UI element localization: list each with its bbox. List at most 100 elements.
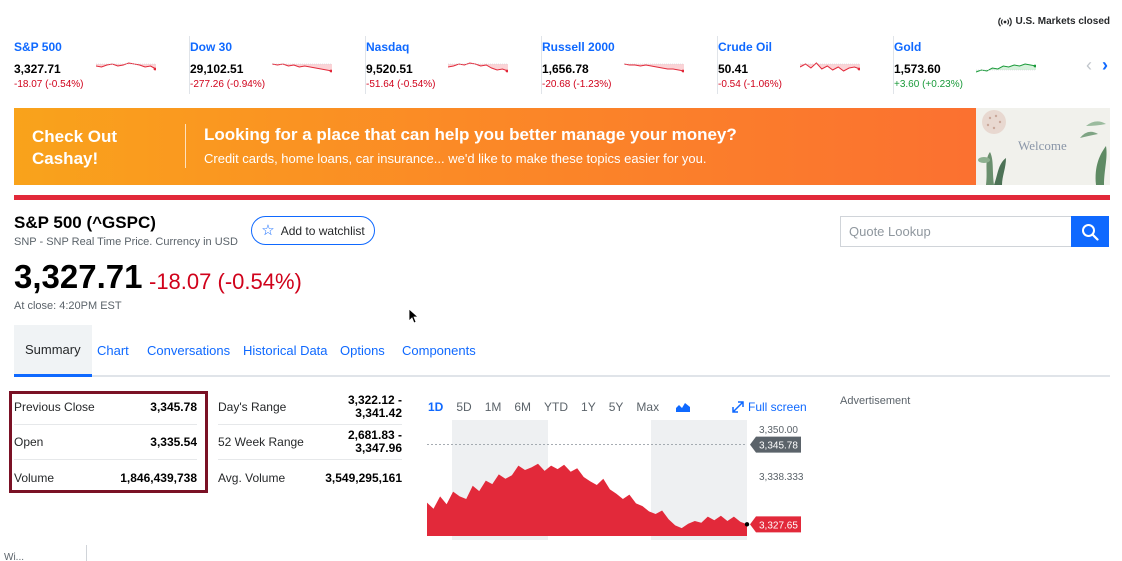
tab-components[interactable]: Components bbox=[402, 325, 476, 375]
stat-value-line: 3,341.42 bbox=[355, 406, 402, 420]
ticker-sparkline bbox=[800, 62, 860, 72]
ticker-change: -18.07 (-0.54%) bbox=[14, 79, 84, 90]
expand-icon bbox=[732, 401, 744, 413]
ticker-sparkline bbox=[96, 62, 156, 71]
stat-row-previous-close: Previous Close 3,345.78 bbox=[14, 390, 197, 425]
ticker-sparkline bbox=[448, 62, 508, 73]
stat-value: 3,322.12 -3,341.42 bbox=[348, 394, 402, 420]
stat-value-line: 3,322.12 - bbox=[347, 393, 402, 407]
broadcast-icon bbox=[997, 16, 1012, 27]
y-tick-label: 3,350.00 bbox=[759, 425, 798, 436]
stat-value: 2,681.83 -3,347.96 bbox=[348, 429, 402, 455]
range-ytd[interactable]: YTD bbox=[544, 400, 568, 414]
close-time: At close: 4:20PM EST bbox=[14, 300, 122, 312]
ticker-price: 50.41 bbox=[718, 62, 749, 76]
ticker-change: -51.64 (-0.54%) bbox=[366, 79, 436, 90]
tab-options[interactable]: Options bbox=[340, 325, 385, 375]
banner-image-text: Welcome bbox=[1018, 138, 1067, 153]
intraday-chart[interactable]: 3,350.00 3,338.333 3,345.78 3,327.65 bbox=[427, 420, 807, 540]
banner-subtitle: Credit cards, home loans, car insurance.… bbox=[204, 151, 707, 166]
ticker-price: 9,520.51 bbox=[366, 62, 413, 76]
last-price-dot bbox=[744, 522, 750, 527]
range-5y[interactable]: 5Y bbox=[609, 400, 624, 414]
ticker-name[interactable]: Russell 2000 bbox=[542, 40, 615, 54]
ticker-price: 1,656.78 bbox=[542, 62, 589, 76]
ticker-price: 29,102.51 bbox=[190, 62, 244, 76]
full-screen-button[interactable]: Full screen bbox=[732, 400, 807, 414]
full-screen-label: Full screen bbox=[748, 400, 807, 414]
divider bbox=[86, 545, 87, 561]
ticker-name[interactable]: Gold bbox=[894, 40, 921, 54]
red-divider bbox=[14, 195, 1110, 200]
stat-label: Avg. Volume bbox=[218, 470, 286, 485]
banner-title: Looking for a place that can help you be… bbox=[204, 125, 737, 144]
stat-label: Volume bbox=[14, 470, 55, 485]
ticker-russell-2000[interactable]: Russell 2000 1,656.78 -20.68 (-1.23%) bbox=[542, 36, 718, 94]
range-max[interactable]: Max bbox=[636, 400, 659, 414]
cut-off-text: Wi... bbox=[4, 552, 24, 561]
sparkline-area bbox=[272, 64, 332, 71]
ticker-nasdaq[interactable]: Nasdaq 9,520.51 -51.64 (-0.54%) bbox=[366, 36, 542, 94]
ticker-carousel-nav: ‹ › bbox=[1086, 56, 1108, 74]
ticker-crude-oil[interactable]: Crude Oil 50.41 -0.54 (-1.06%) bbox=[718, 36, 894, 94]
banner-cta-text[interactable]: Check Out Cashay! bbox=[32, 126, 162, 170]
market-status-text: U.S. Markets closed bbox=[1015, 16, 1110, 27]
ticker-sparkline bbox=[976, 63, 1036, 73]
tab-historical-data[interactable]: Historical Data bbox=[243, 325, 328, 375]
ticker-name[interactable]: Crude Oil bbox=[718, 40, 772, 54]
quote-lookup-field[interactable] bbox=[840, 216, 1072, 247]
stat-label: Open bbox=[14, 435, 44, 449]
search-icon bbox=[1082, 223, 1099, 241]
ticker-price: 1,573.60 bbox=[894, 62, 941, 76]
stat-row-open: Open 3,335.54 bbox=[14, 425, 197, 460]
stat-label: Previous Close bbox=[14, 400, 95, 414]
star-icon: ☆ bbox=[261, 222, 275, 239]
range-1d[interactable]: 1D bbox=[428, 400, 443, 414]
reference-price-label: 3,345.78 bbox=[759, 441, 798, 452]
search-button[interactable] bbox=[1071, 216, 1109, 247]
chevron-right-icon[interactable]: › bbox=[1102, 56, 1108, 74]
range-5d[interactable]: 5D bbox=[456, 400, 471, 414]
mountain-chart-icon[interactable] bbox=[676, 402, 690, 412]
stat-label: 52 Week Range bbox=[218, 435, 304, 449]
tab-conversations[interactable]: Conversations bbox=[147, 325, 230, 375]
range-1m[interactable]: 1M bbox=[485, 400, 502, 414]
current-price: 3,327.71 bbox=[14, 258, 143, 295]
last-price-label: 3,327.65 bbox=[759, 520, 798, 531]
tab-summary[interactable]: Summary bbox=[14, 325, 92, 377]
page-title: S&P 500 (^GSPC) bbox=[14, 213, 156, 232]
advertisement-label: Advertisement bbox=[840, 395, 911, 407]
ticker-name[interactable]: Nasdaq bbox=[366, 40, 409, 54]
ticker-change: -20.68 (-1.23%) bbox=[542, 79, 612, 90]
stat-row-days-range: Day's Range 3,322.12 -3,341.42 bbox=[218, 390, 402, 425]
tab-chart[interactable]: Chart bbox=[97, 325, 129, 375]
ticker-change: -0.54 (-1.06%) bbox=[718, 79, 782, 90]
ticker-dow-30[interactable]: Dow 30 29,102.51 -277.26 (-0.94%) bbox=[190, 36, 366, 94]
ticker-s-p-500[interactable]: S&P 500 3,327.71 -18.07 (-0.54%) bbox=[14, 36, 190, 94]
add-to-watchlist-button[interactable]: ☆ Add to watchlist bbox=[251, 216, 375, 245]
price-change: -18.07 (-0.54%) bbox=[149, 269, 302, 294]
range-6m[interactable]: 6M bbox=[514, 400, 531, 414]
stat-row-52-week-range: 52 Week Range 2,681.83 -3,347.96 bbox=[218, 425, 402, 460]
mouse-cursor-icon bbox=[408, 308, 418, 324]
ticker-change: +3.60 (+0.23%) bbox=[894, 79, 963, 90]
stat-value-line: 3,347.96 bbox=[355, 441, 402, 455]
stat-label: Day's Range bbox=[218, 400, 287, 414]
chevron-left-icon[interactable]: ‹ bbox=[1086, 56, 1092, 74]
search-input[interactable] bbox=[841, 217, 1072, 246]
stat-value-line: 2,681.83 - bbox=[347, 428, 402, 442]
ticker-name[interactable]: S&P 500 bbox=[14, 40, 62, 54]
banner-image: Welcome bbox=[976, 108, 1110, 185]
market-ticker-strip: S&P 500 3,327.71 -18.07 (-0.54%) Dow 30 29,1… bbox=[14, 36, 1074, 96]
stat-value: 3,335.54 bbox=[150, 435, 197, 449]
ticker-name[interactable]: Dow 30 bbox=[190, 40, 232, 54]
stat-value: 3,345.78 bbox=[150, 400, 197, 414]
banner-divider bbox=[185, 124, 186, 168]
ticker-gold[interactable]: Gold 1,573.60 +3.60 (+0.23%) bbox=[894, 36, 1070, 94]
quote-tabs: Summary Chart Conversations Historical D… bbox=[14, 325, 1110, 377]
stat-value: 1,846,439,738 bbox=[120, 470, 197, 485]
chart-range-selector: 1D 5D 1M 6M YTD 1Y 5Y Max bbox=[428, 400, 672, 414]
range-1y[interactable]: 1Y bbox=[581, 400, 596, 414]
promo-banner[interactable]: Check Out Cashay! Looking for a place th… bbox=[14, 108, 1110, 185]
watchlist-label: Add to watchlist bbox=[280, 223, 365, 238]
